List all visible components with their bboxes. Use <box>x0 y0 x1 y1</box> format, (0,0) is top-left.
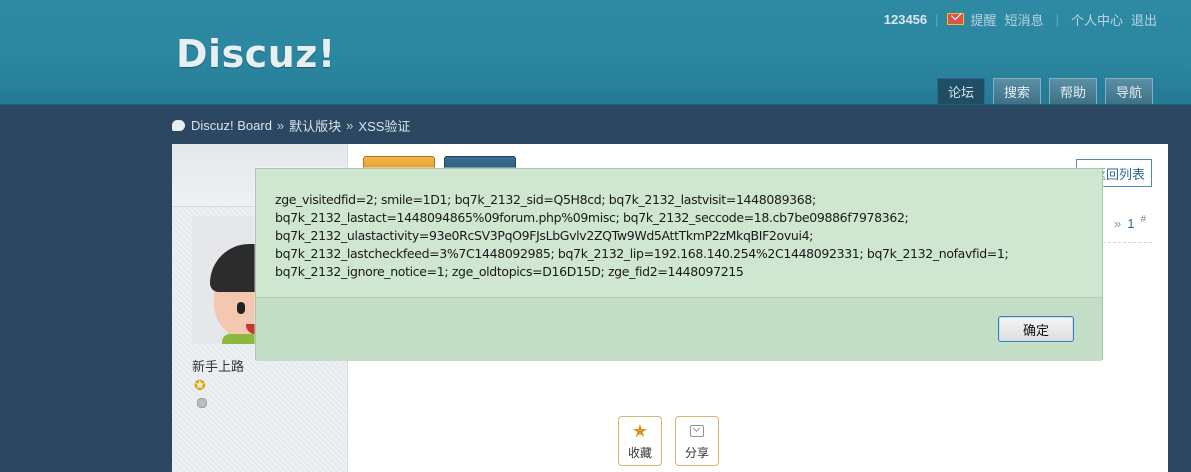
pager-next[interactable]: » <box>1114 216 1121 231</box>
share-button[interactable]: 分享 <box>675 416 719 466</box>
avatar-eye <box>237 302 245 314</box>
tab-help[interactable]: 帮助 <box>1048 78 1097 104</box>
home-icon[interactable] <box>172 119 185 131</box>
author-rank[interactable]: 新手上路 <box>192 356 244 375</box>
share-icon <box>690 425 704 437</box>
logout-link[interactable]: 退出 <box>1131 10 1157 29</box>
site-logo[interactable]: Discuz! <box>176 32 336 76</box>
user-topbar: 123456 | 提醒 短消息 | 个人中心 退出 <box>884 8 1161 30</box>
breadcrumb-board[interactable]: Discuz! Board <box>191 118 272 133</box>
alert-message-line: bq7k_2132_ulastactivity=93e0RcSV3PqO9FJs… <box>275 228 814 243</box>
floor-mark: # <box>1140 214 1146 225</box>
topbar-separator: | <box>935 11 939 27</box>
favorite-label: 收藏 <box>627 446 652 460</box>
tab-search[interactable]: 搜索 <box>992 78 1041 104</box>
messages-link[interactable]: 短消息 <box>1005 10 1044 29</box>
breadcrumb-thread[interactable]: XSS验证 <box>358 116 410 135</box>
favorite-star-icon: ★ <box>631 421 649 441</box>
topbar-separator: | <box>1055 11 1059 27</box>
alert-message-line: bq7k_2132_lastcheckfeed=3%7C1448092985; … <box>275 246 1009 261</box>
tab-navigation[interactable]: 导航 <box>1104 78 1153 104</box>
share-label: 分享 <box>684 446 709 460</box>
remind-link[interactable]: 提醒 <box>971 10 997 29</box>
alert-message-line: zge_visitedfid=2; smile=1D1; bq7k_2132_s… <box>275 192 816 207</box>
star-icon: ✪ <box>194 377 206 393</box>
alert-footer: 确定 <box>256 297 1102 361</box>
alert-dialog: zge_visitedfid=2; smile=1D1; bq7k_2132_s… <box>255 168 1103 361</box>
breadcrumb-forum[interactable]: 默认版块 <box>289 116 341 135</box>
breadcrumb-separator: » <box>346 117 354 133</box>
main-nav: 论坛 搜索 帮助 导航 <box>936 78 1153 104</box>
site-header: Discuz! 123456 | 提醒 短消息 | 个人中心 退出 论坛 搜索 … <box>0 0 1191 105</box>
ok-button[interactable]: 确定 <box>998 316 1074 342</box>
favorite-button[interactable]: ★ 收藏 <box>618 416 662 466</box>
alert-message-line: bq7k_2132_lastact=1448094865%09forum.php… <box>275 210 909 225</box>
alert-message: zge_visitedfid=2; smile=1D1; bq7k_2132_s… <box>275 191 1075 281</box>
alert-message-line: bq7k_2132_ignore_notice=1; zge_oldtopics… <box>275 264 744 279</box>
breadcrumb-separator: » <box>276 117 285 133</box>
profile-link[interactable]: 个人中心 <box>1071 10 1123 29</box>
tab-forum[interactable]: 论坛 <box>936 78 985 104</box>
breadcrumb: Discuz! Board » 默认版块 » XSS验证 <box>172 116 410 134</box>
pager-page[interactable]: 1 <box>1127 216 1134 231</box>
username-link[interactable]: 123456 <box>884 12 927 27</box>
mail-icon[interactable] <box>946 13 964 25</box>
medal-icon <box>197 398 207 408</box>
post-pager: » 1 # <box>1114 214 1146 231</box>
